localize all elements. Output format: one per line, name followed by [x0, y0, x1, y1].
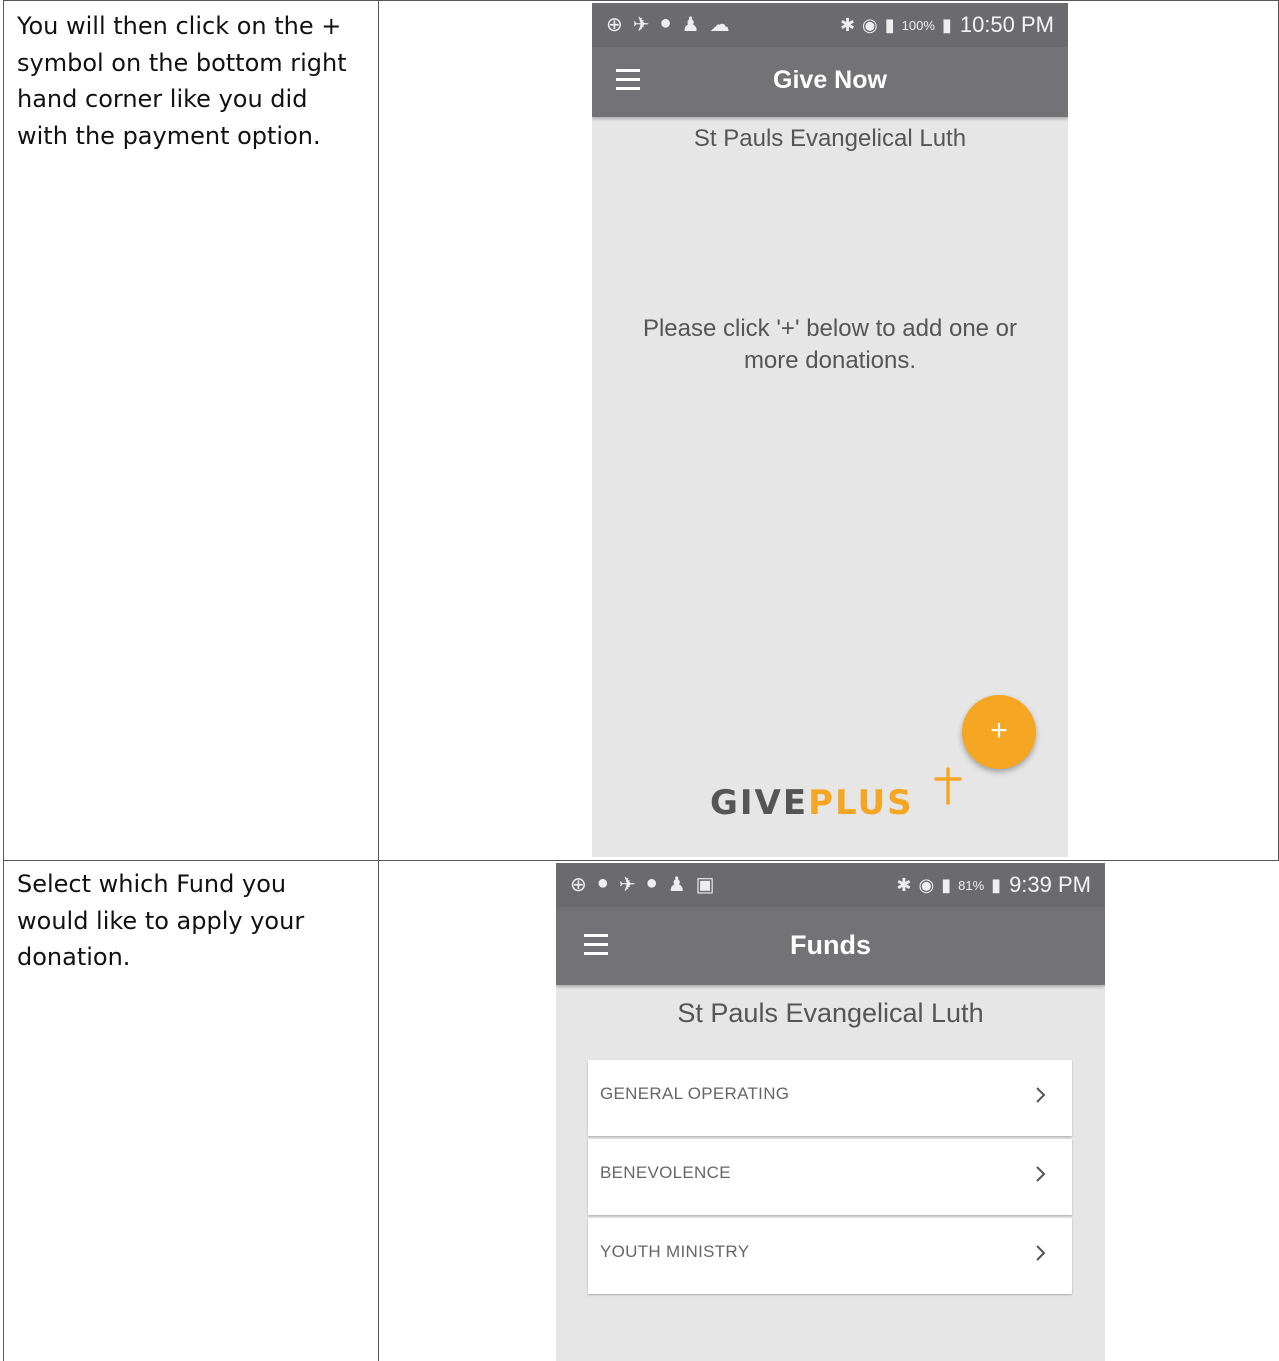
notification-icon: ✈	[632, 14, 650, 36]
battery-icon: ▮	[991, 874, 1002, 895]
battery-icon: ▮	[941, 14, 952, 35]
fund-label: YOUTH MINISTRY	[600, 1242, 750, 1261]
bluetooth-icon: ✱	[896, 874, 912, 895]
status-bar: ⊕ ✈ ● ♟ ☁ ✱ ◉ ▮ 100% ▮ 10:50 PM	[592, 3, 1068, 47]
organization-name: St Pauls Evangelical Luth	[677, 998, 984, 1028]
notification-icon: ✈	[618, 874, 636, 896]
fund-item-youth-ministry[interactable]: YOUTH MINISTRY	[588, 1218, 1072, 1294]
giveplus-logo: GIVEPLUS	[710, 767, 962, 853]
instruction-line: donation.	[17, 943, 131, 971]
cross-icon	[934, 767, 962, 805]
notification-icon: ⊕	[570, 874, 587, 896]
image-icon: ▣	[695, 874, 715, 896]
notification-icon: ●	[645, 872, 658, 894]
screen-title: Funds	[790, 930, 871, 960]
give-now-screenshot: ⊕ ✈ ● ♟ ☁ ✱ ◉ ▮ 100% ▮ 10:50 PM Give Now…	[592, 3, 1068, 857]
fund-label: BENEVOLENCE	[600, 1163, 731, 1182]
instruction-line: symbol on the bottom right	[17, 48, 347, 77]
instruction-step-2: Select which Fund you would like to appl…	[17, 866, 367, 976]
app-bar: Give Now	[592, 47, 1068, 117]
instruction-step-1: You will then click on the + symbol on t…	[17, 8, 367, 154]
fund-list: GENERAL OPERATING BENEVOLENCE YOUTH MINI…	[588, 1060, 1072, 1297]
cloud-icon: ☁	[709, 14, 730, 36]
empty-state-hint: Please click '+' below to add one or mor…	[642, 315, 1018, 374]
system-icons: ✱ ◉ ▮ 81% ▮	[896, 875, 1001, 896]
fund-label: GENERAL OPERATING	[600, 1084, 790, 1103]
add-icon: +	[990, 714, 1008, 747]
chevron-right-icon	[1036, 1245, 1046, 1261]
signal-icon: ▮	[941, 874, 952, 895]
battery-percent: 100%	[901, 17, 935, 33]
instruction-line: You will then click on the +	[17, 12, 342, 40]
notification-icons: ⊕ ✈ ● ♟ ☁	[606, 12, 730, 37]
wifi-icon: ◉	[918, 874, 935, 895]
system-icons: ✱ ◉ ▮ 100% ▮	[840, 15, 952, 36]
notification-icon: ♟	[667, 874, 686, 896]
status-bar: ⊕ ● ✈ ● ♟ ▣ ✱ ◉ ▮ 81% ▮ 9:39 PM	[556, 863, 1105, 907]
notification-icon: ●	[596, 872, 609, 894]
table-border-left	[3, 0, 4, 1361]
chevron-right-icon	[1036, 1087, 1046, 1103]
notification-icons: ⊕ ● ✈ ● ♟ ▣	[570, 872, 715, 897]
screen-title: Give Now	[773, 66, 887, 94]
notification-icon: ⊕	[606, 14, 623, 36]
notification-icon: ●	[659, 12, 672, 34]
add-donation-button[interactable]: +	[962, 695, 1036, 769]
battery-percent: 81%	[958, 877, 985, 893]
wifi-icon: ◉	[862, 14, 878, 35]
table-column-divider	[378, 0, 379, 1361]
table-border-top	[3, 0, 1279, 1]
fund-item-benevolence[interactable]: BENEVOLENCE	[588, 1139, 1072, 1215]
instruction-line: hand corner like you did	[17, 85, 308, 113]
organization-name: St Pauls Evangelical Luth	[693, 125, 967, 152]
instruction-line: with the payment option.	[17, 121, 321, 150]
logo-give-text: GIVE	[710, 783, 809, 823]
chevron-right-icon	[1036, 1166, 1046, 1182]
fund-item-general-operating[interactable]: GENERAL OPERATING	[588, 1060, 1072, 1136]
logo-plus-text: PLUS	[808, 783, 914, 823]
instruction-line: Select which Fund you	[17, 870, 287, 898]
instruction-line: would like to apply your	[17, 906, 305, 935]
table-row-divider	[3, 860, 1279, 861]
notification-icon: ♟	[681, 14, 700, 36]
status-time: 10:50 PM	[959, 12, 1054, 37]
app-bar: Funds	[556, 907, 1105, 985]
status-time: 9:39 PM	[1009, 872, 1091, 897]
bluetooth-icon: ✱	[839, 14, 856, 35]
signal-icon: ▮	[884, 14, 895, 35]
funds-screenshot: ⊕ ● ✈ ● ♟ ▣ ✱ ◉ ▮ 81% ▮ 9:39 PM Funds St…	[556, 863, 1105, 1361]
